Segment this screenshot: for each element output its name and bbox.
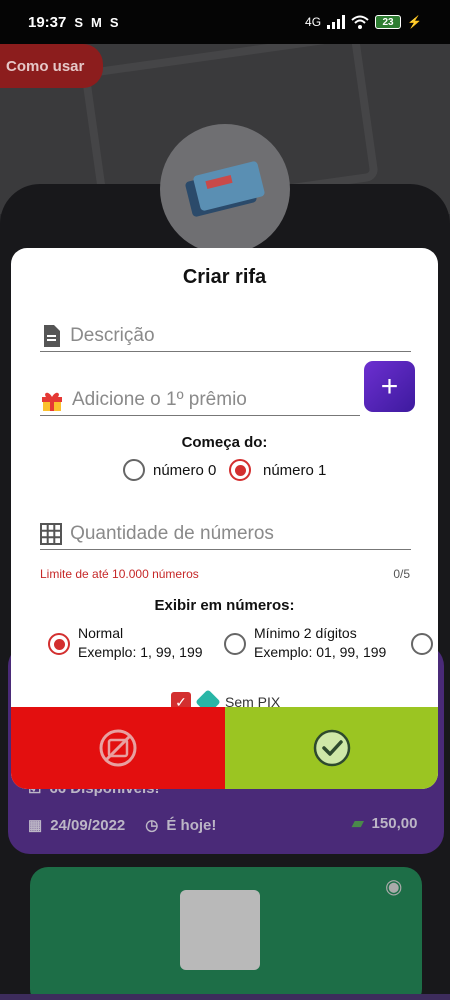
display-option-two-digits-text: Mínimo 2 dígitos Exemplo: 01, 99, 199: [254, 624, 386, 662]
quantity-input[interactable]: [70, 522, 411, 545]
start-option-0-label: número 0: [153, 461, 217, 479]
check-badge-icon: [313, 729, 350, 767]
confirm-button[interactable]: [225, 707, 438, 789]
gift-icon: [40, 388, 64, 412]
cancel-icon: [99, 729, 137, 767]
quantity-char-counter: 0/5: [393, 567, 410, 581]
eye-icon: ◉: [385, 876, 403, 898]
ticket-icon: [185, 161, 265, 217]
background-price-row: ▰ 150,00: [352, 814, 418, 833]
status-indicator-3: S: [109, 14, 119, 30]
display-option-normal-title: Normal: [78, 625, 124, 641]
network-type: 4G: [305, 15, 322, 29]
display-option-normal[interactable]: Normal Exemplo: 1, 99, 199: [48, 624, 203, 662]
quantity-field: [40, 518, 411, 550]
radio-display-two-digits[interactable]: [224, 633, 246, 655]
description-field: [40, 320, 411, 352]
create-raffle-dialog: Criar rifa + Começa do: número 0 número …: [11, 248, 438, 789]
charging-icon: ⚡: [407, 15, 422, 29]
clock-icon: ◷: [145, 817, 159, 834]
document-icon: [40, 324, 62, 348]
signal-icon: [327, 15, 346, 29]
status-time: 19:37: [28, 13, 67, 31]
radio-display-normal[interactable]: [48, 633, 70, 655]
calendar-icon: ▦: [28, 817, 43, 834]
background-bottom-strip: [0, 994, 450, 1000]
background-date: 24/09/2022: [50, 816, 126, 834]
background-price: 150,00: [371, 814, 418, 832]
display-option-two-digits-title: Mínimo 2 dígitos: [254, 625, 357, 641]
quantity-limit-hint: Limite de até 10.000 números: [40, 567, 199, 581]
prize-input[interactable]: [72, 388, 360, 411]
status-indicator-1: S: [74, 14, 84, 30]
money-icon: ▰: [352, 815, 364, 832]
raffle-logo: [160, 124, 290, 254]
display-option-normal-example: Exemplo: 1, 99, 199: [78, 644, 203, 660]
start-option-1-label: número 1: [263, 461, 327, 479]
status-indicator-2: M: [91, 14, 102, 30]
add-prize-button[interactable]: +: [364, 361, 415, 412]
display-option-two-digits-example: Exemplo: 01, 99, 199: [254, 644, 387, 660]
status-left: 19:37 S M S: [28, 14, 119, 31]
background-date-row: ▦ 24/09/2022 ◷ É hoje!: [28, 816, 217, 835]
radio-start-0[interactable]: [123, 459, 145, 481]
starts-from-label: Começa do:: [181, 434, 268, 451]
dialog-title: Criar rifa: [182, 266, 267, 288]
description-input[interactable]: [70, 324, 411, 347]
radio-start-1[interactable]: [229, 459, 251, 481]
display-option-two-digits[interactable]: Mínimo 2 dígitos Exemplo: 01, 99, 199: [224, 624, 386, 662]
wifi-icon: [351, 15, 369, 29]
status-right: 4G 23 ⚡: [305, 15, 422, 29]
status-bar: 19:37 S M S 4G 23 ⚡: [0, 0, 450, 44]
display-format-label: Exibir em números:: [154, 597, 295, 614]
display-option-normal-text: Normal Exemplo: 1, 99, 199: [78, 624, 203, 662]
how-to-use-button[interactable]: Como usar: [0, 44, 103, 88]
prize-field: [40, 384, 360, 416]
start-option-0[interactable]: número 0: [123, 459, 216, 481]
start-option-1[interactable]: número 1: [229, 459, 326, 481]
background-today-text: É hoje!: [166, 816, 217, 834]
battery-icon: 23: [375, 15, 402, 29]
image-placeholder-icon: [180, 890, 260, 970]
radio-display-more[interactable]: [411, 633, 433, 655]
cancel-button[interactable]: [11, 707, 225, 789]
grid-icon: [40, 522, 63, 546]
